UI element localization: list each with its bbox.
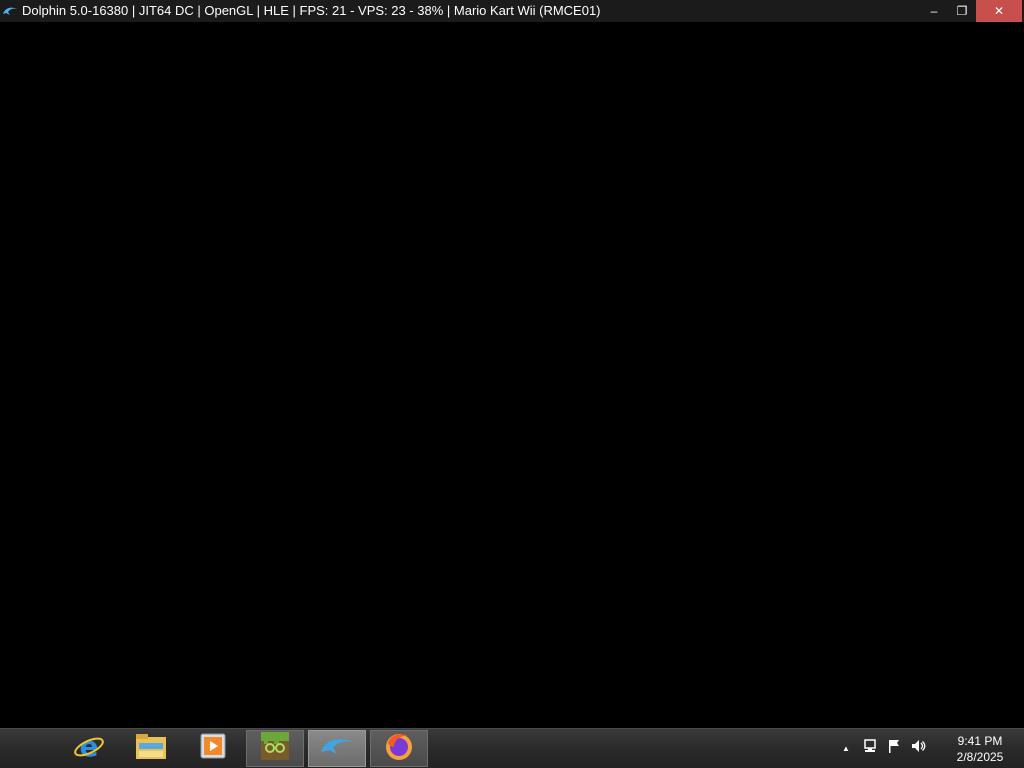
window-title: Dolphin 5.0-16380 | JIT64 DC | OpenGL | … xyxy=(22,3,601,18)
network-icon xyxy=(862,738,878,759)
network-tray-button[interactable] xyxy=(860,739,880,759)
taskbar-app-firefox[interactable] xyxy=(370,730,428,767)
minecraft-launcher-icon xyxy=(260,731,290,766)
taskbar-app-media-player[interactable] xyxy=(184,730,242,767)
show-hidden-icons-arrow-icon: ▲ xyxy=(842,744,850,753)
taskbar-app-internet-explorer[interactable]: e xyxy=(60,730,118,767)
show-hidden-icons-button[interactable]: ▲ xyxy=(836,739,856,759)
restore-icon: ❐ xyxy=(956,4,968,18)
taskbar: e ▲ 9:41 PM 2/8/2025 xyxy=(0,728,1024,768)
minimize-button[interactable]: – xyxy=(920,0,948,22)
internet-explorer-icon: e xyxy=(73,730,105,767)
game-render-area[interactable] xyxy=(0,22,1024,728)
taskbar-apps: e xyxy=(60,729,432,768)
clock-time: 9:41 PM xyxy=(957,733,1003,748)
media-player-icon xyxy=(199,732,227,765)
taskbar-clock[interactable]: 9:41 PM 2/8/2025 xyxy=(944,733,1016,765)
dolphin-window: Dolphin 5.0-16380 | JIT64 DC | OpenGL | … xyxy=(0,0,1024,728)
clock-date: 2/8/2025 xyxy=(956,749,1004,764)
system-tray: ▲ 9:41 PM 2/8/2025 xyxy=(834,729,1024,768)
title-bar[interactable]: Dolphin 5.0-16380 | JIT64 DC | OpenGL | … xyxy=(0,0,1024,22)
volume-icon xyxy=(910,738,926,759)
action-center-flag-icon xyxy=(886,738,902,759)
close-button[interactable]: ✕ xyxy=(976,0,1022,22)
restore-button[interactable]: ❐ xyxy=(948,0,976,22)
close-icon: ✕ xyxy=(993,4,1005,18)
window-controls: – ❐ ✕ xyxy=(920,0,1024,22)
svg-text:e: e xyxy=(80,730,99,762)
taskbar-app-file-explorer[interactable] xyxy=(122,730,180,767)
dolphin-icon xyxy=(319,734,355,763)
taskbar-app-minecraft-launcher[interactable] xyxy=(246,730,304,767)
file-explorer-icon xyxy=(135,731,167,766)
firefox-icon xyxy=(384,731,414,766)
volume-tray-button[interactable] xyxy=(908,739,928,759)
dolphin-icon xyxy=(2,3,18,19)
action-center-button[interactable] xyxy=(884,739,904,759)
minimize-icon: – xyxy=(930,4,938,18)
taskbar-app-dolphin[interactable] xyxy=(308,730,366,767)
